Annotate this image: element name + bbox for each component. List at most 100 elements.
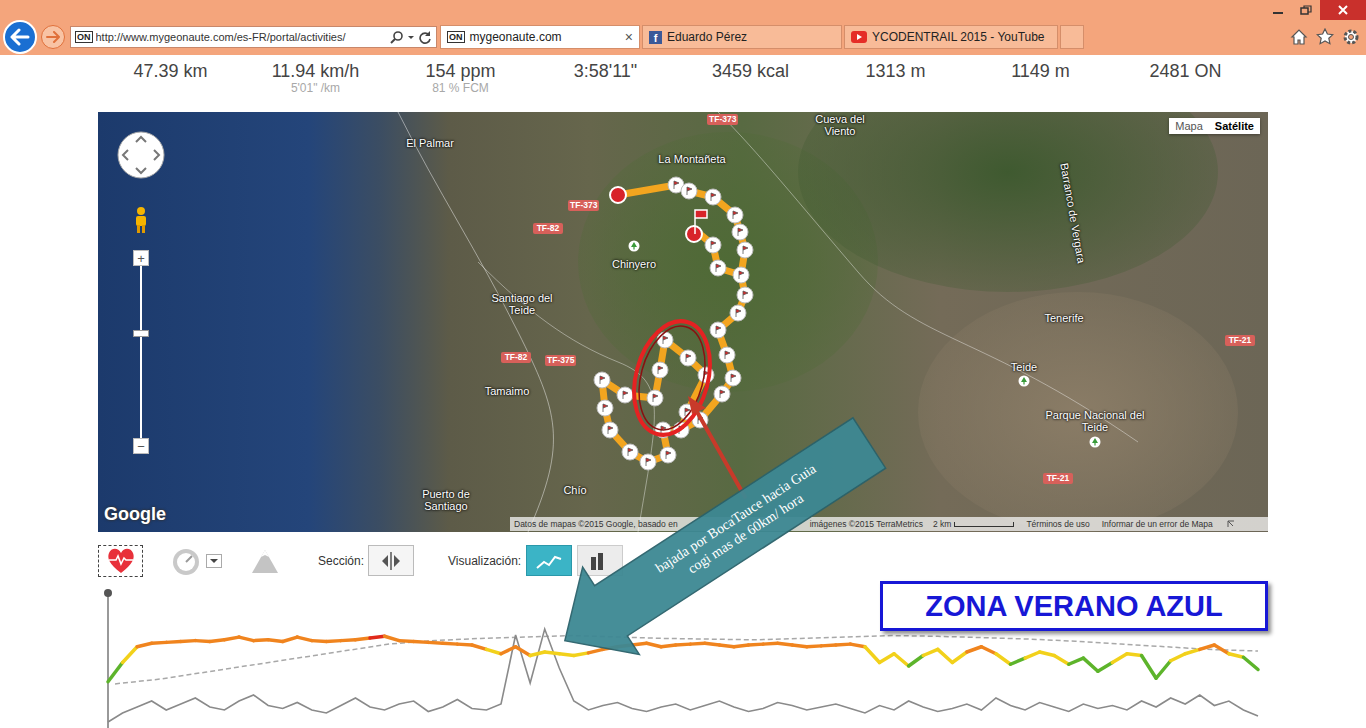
favorites-star-icon[interactable] xyxy=(1316,28,1334,46)
lap-flag-icon[interactable] xyxy=(698,367,714,383)
lap-flag-icon[interactable] xyxy=(730,305,746,321)
heart-rate-segment xyxy=(108,663,123,682)
lap-flag-icon[interactable] xyxy=(733,267,749,283)
forward-button[interactable] xyxy=(41,25,65,49)
lap-flag-icon[interactable] xyxy=(680,350,696,366)
close-icon xyxy=(1337,5,1349,15)
zoom-in-button[interactable]: + xyxy=(133,250,149,266)
dropdown-icon[interactable] xyxy=(407,30,415,44)
lap-flag-icon[interactable] xyxy=(732,224,748,240)
tab-label: mygeonaute.com xyxy=(470,30,620,44)
lap-flag-icon[interactable] xyxy=(714,386,730,402)
minimize-button[interactable] xyxy=(1264,0,1292,20)
heart-rate-segment xyxy=(355,638,370,640)
lap-flag-icon[interactable] xyxy=(655,422,671,438)
heart-rate-segment xyxy=(181,639,196,643)
lap-flag-icon[interactable] xyxy=(710,260,726,276)
road-label: TF-373 xyxy=(707,114,738,125)
pan-control[interactable] xyxy=(116,130,166,180)
address-bar[interactable]: ON http://www.mygeonaute.com/es-FR/porta… xyxy=(70,26,437,48)
heart-rate-segment xyxy=(661,645,676,647)
zoom-slider[interactable] xyxy=(140,266,142,438)
browser-tab[interactable]: f Eduardo Pérez xyxy=(642,25,842,49)
google-logo[interactable]: Google xyxy=(104,504,166,525)
gauge-tool-button[interactable] xyxy=(170,545,222,577)
place-label: Tenerife xyxy=(1029,312,1099,324)
heart-rate-segment xyxy=(617,645,632,647)
map-type-button[interactable]: Satélite xyxy=(1209,118,1260,134)
search-icon[interactable] xyxy=(390,30,404,44)
road-label: TF-373 xyxy=(568,200,599,211)
lap-flag-icon[interactable] xyxy=(622,444,638,460)
lap-flag-icon[interactable] xyxy=(719,347,735,363)
lap-flag-icon[interactable] xyxy=(681,183,697,199)
browser-tab[interactable]: YCODENTRAIL 2015 - YouTube xyxy=(844,25,1058,49)
section-button[interactable] xyxy=(368,545,414,576)
dropdown-button[interactable] xyxy=(206,554,222,568)
park-poi-icon[interactable] xyxy=(1089,436,1101,448)
browser-tab[interactable]: ON mygeonaute.com × xyxy=(440,25,640,49)
line-view-button[interactable] xyxy=(526,545,572,576)
finish-flag-icon[interactable] xyxy=(686,210,707,242)
address-text[interactable]: http://www.mygeonaute.com/es-FR/portal/a… xyxy=(96,31,388,43)
start-marker-icon[interactable] xyxy=(610,187,626,203)
park-poi-icon[interactable] xyxy=(628,240,640,252)
lap-flag-icon[interactable] xyxy=(705,237,721,253)
heart-rate-segment xyxy=(880,654,895,663)
map-type-button[interactable]: Mapa xyxy=(1169,118,1209,134)
map-footer-link[interactable]: Informar de un error de Mapa xyxy=(1102,519,1213,529)
expand-icon[interactable] xyxy=(1227,520,1235,528)
route-map[interactable]: El Palmar La Montañeta Cueva del Viento … xyxy=(98,112,1268,532)
lap-flag-icon[interactable] xyxy=(657,332,673,348)
zoom-slider-handle[interactable] xyxy=(133,330,149,337)
lap-flag-icon[interactable] xyxy=(725,370,741,386)
lap-flag-icon[interactable] xyxy=(673,422,689,438)
refresh-icon[interactable] xyxy=(418,30,432,44)
park-poi-icon[interactable] xyxy=(1018,375,1030,387)
lap-flag-icon[interactable] xyxy=(647,390,663,406)
lap-flag-icon[interactable] xyxy=(602,422,618,438)
lap-flag-icon[interactable] xyxy=(660,447,676,463)
settings-gear-icon[interactable] xyxy=(1342,28,1360,46)
section-label: Sección: xyxy=(318,545,364,577)
heart-rate-segment xyxy=(254,638,269,642)
heart-rate-segment xyxy=(385,636,400,640)
lap-flag-icon[interactable] xyxy=(617,387,633,403)
lap-flag-icon[interactable] xyxy=(727,207,743,223)
heart-rate-segment xyxy=(778,643,793,645)
zoom-out-button[interactable]: − xyxy=(133,438,149,454)
lap-flag-icon[interactable] xyxy=(597,400,613,416)
place-label: El Palmar xyxy=(390,137,470,149)
mountain-tool-button[interactable] xyxy=(250,545,280,577)
heart-rate-segment xyxy=(399,639,414,643)
heart-rate-segment xyxy=(792,645,807,647)
map-footer-link[interactable]: Términos de uso xyxy=(1026,519,1089,529)
restore-button[interactable] xyxy=(1292,0,1320,20)
heart-rate-segment xyxy=(821,643,836,647)
place-label: Chinyero xyxy=(599,258,669,270)
lap-flag-icon[interactable] xyxy=(679,404,695,420)
lap-flag-icon[interactable] xyxy=(705,189,721,205)
lap-flag-icon[interactable] xyxy=(710,322,726,338)
lap-flag-icon[interactable] xyxy=(640,454,656,470)
heart-rate-segment xyxy=(559,654,574,656)
lap-flag-icon[interactable] xyxy=(652,362,668,378)
street-view-pegman-icon[interactable] xyxy=(133,206,149,234)
lap-flag-icon[interactable] xyxy=(737,242,753,258)
lap-flag-icon[interactable] xyxy=(594,372,610,388)
youtube-icon xyxy=(851,31,867,43)
map-scale: 2 km xyxy=(933,519,1014,529)
tab-close-button[interactable]: × xyxy=(625,29,633,45)
heart-rate-segment xyxy=(428,641,443,645)
browser-tab[interactable] xyxy=(1060,25,1084,49)
bar-view-button[interactable] xyxy=(577,545,623,576)
close-button[interactable] xyxy=(1320,0,1366,20)
heart-rate-segment xyxy=(1243,657,1258,669)
back-button[interactable] xyxy=(3,20,37,54)
home-icon[interactable] xyxy=(1290,28,1308,46)
heart-tool-button[interactable] xyxy=(98,545,143,577)
lap-flag-icon[interactable] xyxy=(737,287,753,303)
heart-rate-icon xyxy=(106,547,136,575)
cursor-handle-icon[interactable] xyxy=(104,589,112,597)
place-label: La Montañeta xyxy=(647,153,737,165)
